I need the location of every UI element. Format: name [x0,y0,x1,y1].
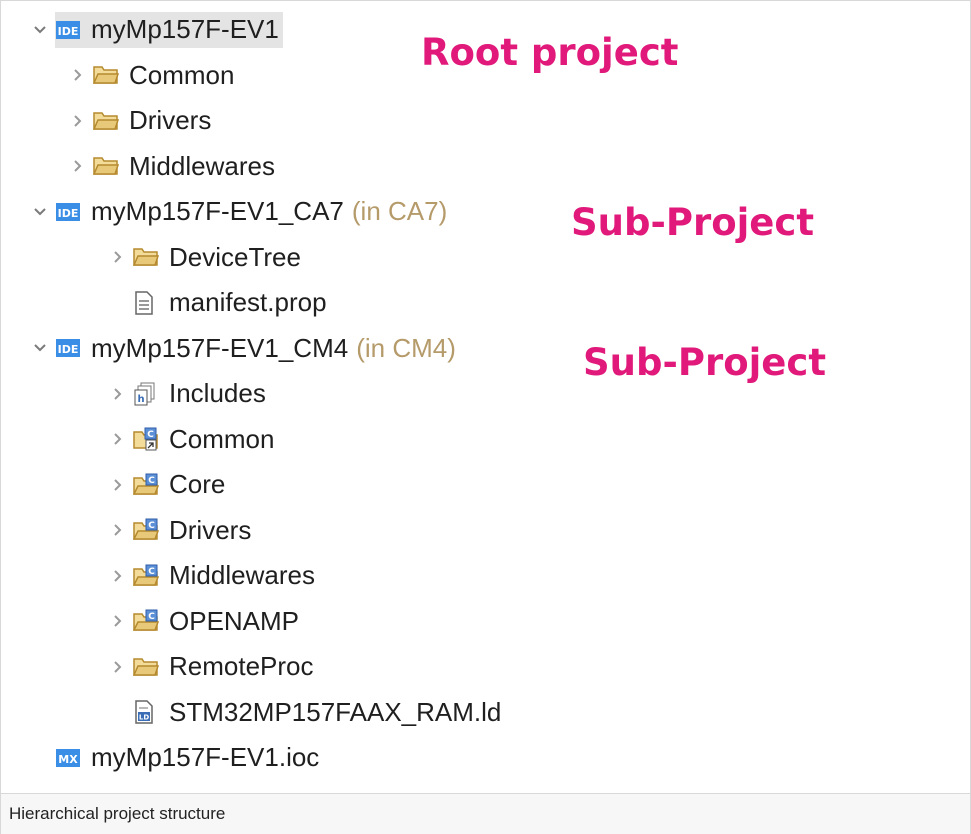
chevron-right-icon[interactable] [63,68,93,82]
tree-node-label: Drivers [169,514,252,545]
tree-node-manifest[interactable]: manifest.prop [1,280,970,326]
ide-project-icon: IDE [55,18,83,42]
svg-text:C: C [148,476,155,486]
linked-source-folder-icon: C [133,427,161,451]
svg-text:C: C [148,521,155,531]
source-folder-icon: C [133,518,161,542]
tree-node-devicetree[interactable]: DeviceTree [1,235,970,281]
chevron-right-icon[interactable] [103,250,133,264]
svg-text:IDE: IDE [58,207,79,220]
svg-text:C: C [148,612,155,622]
chevron-right-icon[interactable] [103,660,133,674]
chevron-right-icon[interactable] [103,614,133,628]
tree-node-middlewares[interactable]: Middlewares [1,144,970,190]
folder-icon [133,655,161,679]
folder-icon [93,109,121,133]
tree-node-label: OPENAMP [169,605,300,636]
core-suffix: (in CA7) [351,196,448,227]
tree-node-label: DeviceTree [169,241,301,272]
tree-node-linker-script[interactable]: LD STM32MP157FAAX_RAM.ld [1,690,970,736]
tree-node-label: Drivers [129,105,212,136]
svg-text:C: C [147,430,154,440]
ide-project-icon: IDE [55,336,83,360]
tree-node-label: myMp157F-EV1_CA7 [91,196,344,227]
chevron-right-icon[interactable] [103,569,133,583]
tree-node-label: Core [169,469,226,500]
svg-text:IDE: IDE [58,343,79,356]
svg-text:C: C [148,567,155,577]
ide-project-icon: IDE [55,200,83,224]
chevron-down-icon[interactable] [25,207,55,217]
svg-text:MX: MX [58,753,78,766]
tree-node-drivers[interactable]: Drivers [1,98,970,144]
includes-icon: h [133,382,161,406]
project-tree: IDE myMp157F-EV1 Common Drivers Middlewa… [1,7,970,781]
tree-node-remoteproc[interactable]: RemoteProc [1,644,970,690]
chevron-down-icon[interactable] [25,25,55,35]
tree-node-label: STM32MP157FAAX_RAM.ld [169,696,502,727]
source-folder-icon: C [133,609,161,633]
tree-node-cm4-common[interactable]: C Common [1,417,970,463]
chevron-right-icon[interactable] [63,159,93,173]
tree-node-label: manifest.prop [169,287,327,318]
chevron-right-icon[interactable] [103,523,133,537]
chevron-down-icon[interactable] [25,343,55,353]
folder-icon [93,63,121,87]
tree-node-label: Middlewares [169,560,315,591]
svg-text:LD: LD [139,714,149,722]
figure-caption: Hierarchical project structure [1,793,970,834]
tree-node-label: myMp157F-EV1_CM4 [91,332,349,363]
linker-file-icon: LD [133,700,161,724]
tree-node-label: myMp157F-EV1 [91,14,279,45]
text-file-icon [133,291,161,315]
tree-node-ca7-project[interactable]: IDE myMp157F-EV1_CA7 (in CA7) [0,189,970,235]
core-suffix: (in CM4) [356,332,456,363]
annotation-sub-project-ca7: Sub-Project [571,201,815,244]
tree-node-label: RemoteProc [169,651,314,682]
tree-node-openamp[interactable]: C OPENAMP [1,599,970,645]
chevron-right-icon[interactable] [103,387,133,401]
selected-node[interactable]: IDE myMp157F-EV1 [55,11,283,48]
tree-node-label: Common [169,423,275,454]
svg-text:IDE: IDE [58,25,79,38]
tree-node-label: Common [129,59,235,90]
tree-node-label: myMp157F-EV1.ioc [91,742,320,773]
svg-text:h: h [137,394,144,405]
source-folder-icon: C [133,473,161,497]
mx-file-icon: MX [55,746,83,770]
folder-icon [93,154,121,178]
tree-node-cm4-drivers[interactable]: C Drivers [1,508,970,554]
tree-node-ioc-file[interactable]: MX myMp157F-EV1.ioc [0,735,970,781]
source-folder-icon: C [133,564,161,588]
annotation-sub-project-cm4: Sub-Project [583,341,827,384]
tree-node-core[interactable]: C Core [1,462,970,508]
annotation-root-project: Root project [421,31,679,74]
folder-icon [133,245,161,269]
chevron-right-icon[interactable] [63,114,93,128]
tree-node-label: Middlewares [129,150,275,181]
chevron-right-icon[interactable] [103,432,133,446]
chevron-right-icon[interactable] [103,478,133,492]
tree-node-label: Includes [169,378,266,409]
tree-node-cm4-middlewares[interactable]: C Middlewares [1,553,970,599]
project-explorer: IDE myMp157F-EV1 Common Drivers Middlewa… [0,0,971,834]
